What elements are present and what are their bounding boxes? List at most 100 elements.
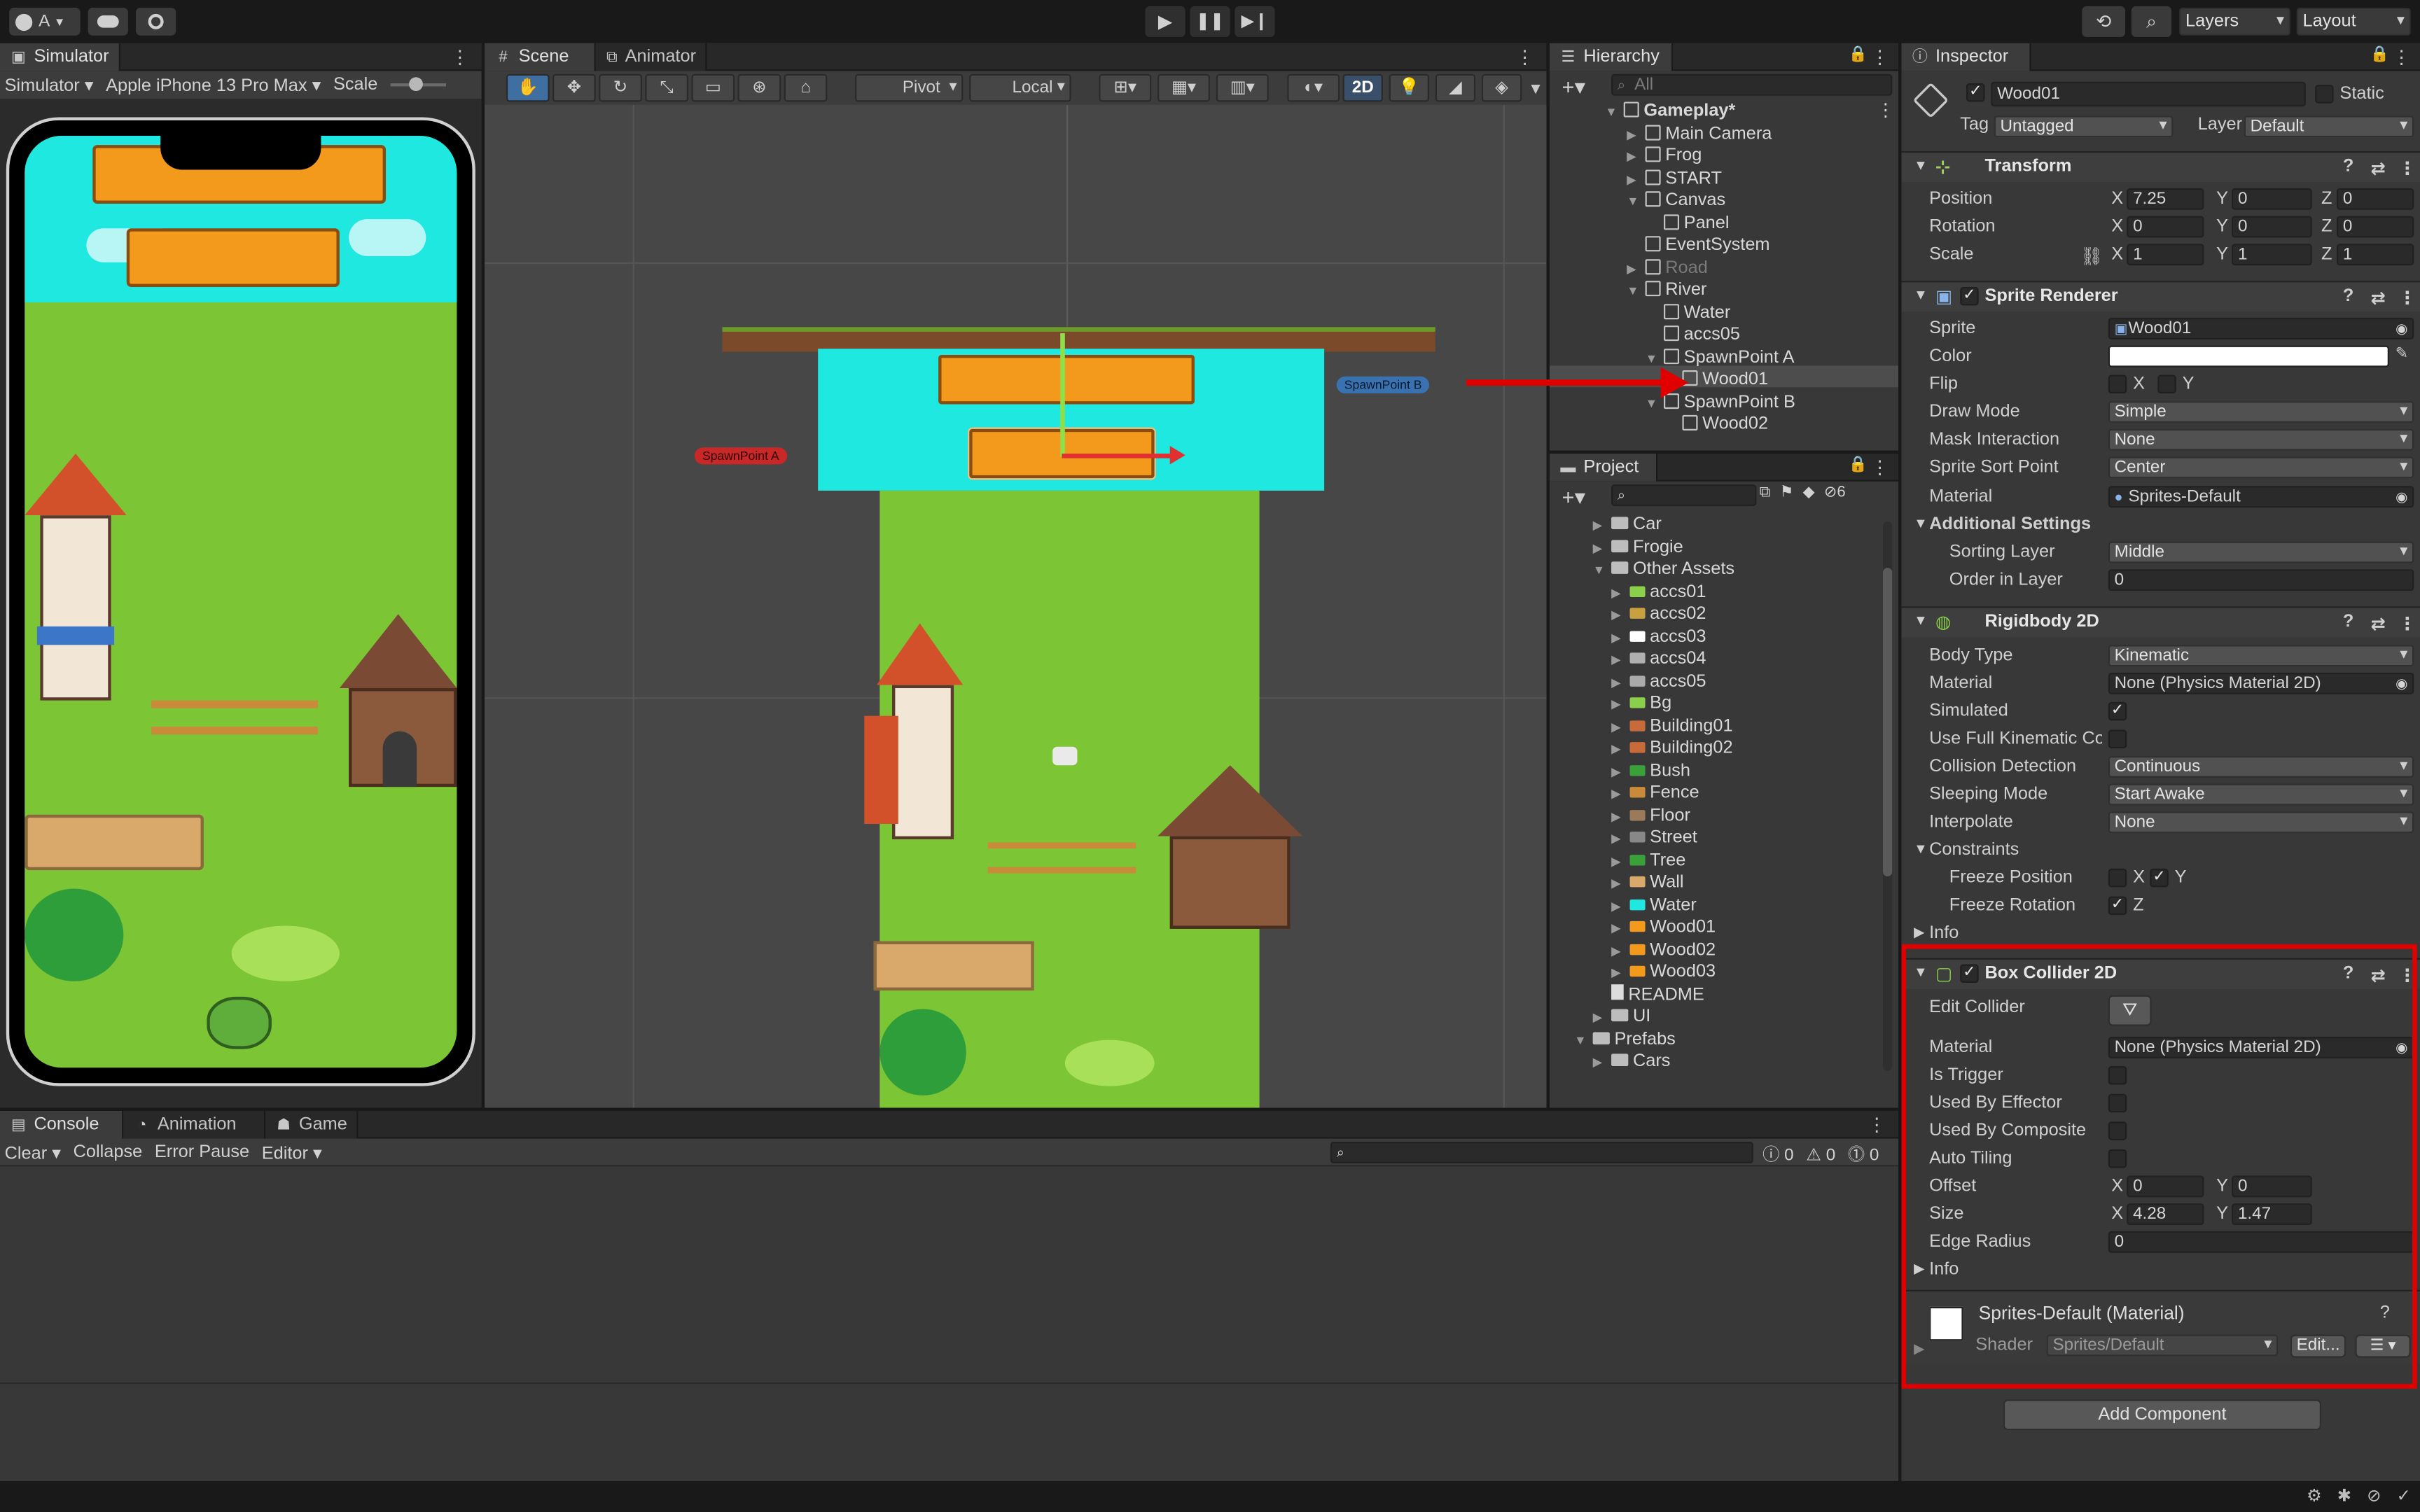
- lighting-toggle-button[interactable]: 💡: [1389, 74, 1429, 102]
- project-item[interactable]: ▶ Fence: [1611, 782, 1699, 804]
- foldout-arrow-icon[interactable]: ▶: [1611, 962, 1629, 984]
- spawn-point-a-label[interactable]: SpawnPoint A: [694, 447, 787, 465]
- tab-console[interactable]: ▤ Console: [0, 1110, 124, 1139]
- project-item[interactable]: ▶ Street: [1611, 827, 1697, 848]
- object-picker-icon[interactable]: ◉: [2395, 319, 2407, 337]
- hierarchy-item[interactable]: ▶ START: [1627, 167, 1722, 189]
- scene-toolbar-menu-icon[interactable]: ▾: [1531, 77, 1540, 99]
- hierarchy-item[interactable]: accs05: [1646, 324, 1740, 346]
- hierarchy-item[interactable]: ▶ Main Camera: [1627, 122, 1772, 144]
- scale-y-field[interactable]: 1: [2232, 244, 2312, 266]
- tab-game[interactable]: ☗ Game: [265, 1110, 359, 1139]
- project-item[interactable]: ▶ Cars: [1593, 1051, 1671, 1072]
- foldout-arrow-icon[interactable]: ▼: [1593, 560, 1611, 582]
- progress-icon[interactable]: ⚙: [2307, 1486, 2322, 1506]
- project-item[interactable]: ▶ UI: [1593, 1006, 1651, 1028]
- foldout-arrow-icon[interactable]: ▶: [1593, 538, 1611, 559]
- color-swatch[interactable]: [2108, 345, 2389, 368]
- help-icon[interactable]: ?: [2343, 158, 2353, 176]
- body-type-dropdown[interactable]: Kinematic: [2108, 645, 2414, 667]
- play-button[interactable]: ▶: [1145, 6, 1185, 37]
- position-z-field[interactable]: 0: [2337, 188, 2414, 210]
- foldout-arrow-icon[interactable]: ▶: [1611, 895, 1629, 917]
- foldout-arrow-icon[interactable]: ▶: [1611, 762, 1629, 783]
- object-picker-icon[interactable]: ◉: [2395, 487, 2407, 505]
- project-item[interactable]: ▶ Tree: [1611, 849, 1685, 871]
- hierarchy-item[interactable]: Panel: [1646, 212, 1730, 234]
- lock-icon[interactable]: 🔒: [1849, 456, 1868, 473]
- edge-radius-field[interactable]: 0: [2108, 1231, 2414, 1253]
- console-search-input[interactable]: ⌕: [1330, 1142, 1753, 1163]
- rect-tool-button[interactable]: ▭: [691, 74, 735, 102]
- help-icon[interactable]: ?: [2343, 612, 2353, 631]
- simulator-mode-dropdown[interactable]: Simulator ▾: [5, 74, 94, 95]
- simulator-menu-icon[interactable]: ⋮: [451, 46, 469, 68]
- spawn-point-b-label[interactable]: SpawnPoint B: [1336, 376, 1430, 394]
- custom-tool-button[interactable]: ⌂: [784, 74, 828, 102]
- search-by-label-icon[interactable]: ⚑: [1780, 484, 1794, 501]
- project-item[interactable]: ▶ accs01: [1611, 581, 1706, 603]
- project-item[interactable]: ▶ Car: [1593, 514, 1662, 536]
- grid-snap-button[interactable]: ⊞▾: [1099, 74, 1152, 102]
- project-item[interactable]: README: [1593, 983, 1704, 1005]
- layout-dropdown[interactable]: Layout: [2296, 8, 2411, 36]
- edit-shader-button[interactable]: Edit...: [2290, 1334, 2346, 1358]
- preset-icon[interactable]: ⇄: [2370, 158, 2385, 178]
- project-item[interactable]: ▶ accs02: [1611, 603, 1706, 625]
- simulated-checkbox[interactable]: ✓: [2108, 701, 2127, 721]
- tab-animator[interactable]: ⧉ Animator: [595, 43, 707, 71]
- eyedropper-icon[interactable]: ✎: [2395, 346, 2408, 363]
- hierarchy-item[interactable]: ▼ SpawnPoint A: [1646, 346, 1795, 368]
- search-button[interactable]: ⌕: [2131, 6, 2172, 37]
- grid-toggle-button[interactable]: ▦▾: [1157, 74, 1211, 102]
- full-kinematic-checkbox[interactable]: [2108, 729, 2127, 748]
- sprite-sort-point-dropdown[interactable]: Center: [2108, 456, 2414, 479]
- scale-slider-handle[interactable]: [408, 77, 423, 92]
- project-item[interactable]: ▶ Wood01: [1611, 916, 1716, 938]
- 2d-toggle-button[interactable]: 2D: [1342, 74, 1383, 102]
- project-item[interactable]: ▶ Wood02: [1611, 939, 1716, 960]
- audio-toggle-button[interactable]: ◢: [1435, 74, 1476, 102]
- rotate-tool-button[interactable]: ↻: [599, 74, 642, 102]
- collab-button[interactable]: [135, 8, 176, 36]
- project-scrollbar[interactable]: [1883, 521, 1893, 1071]
- preset-icon[interactable]: ⇄: [2370, 287, 2385, 308]
- foldout-arrow-icon[interactable]: ▶: [1627, 146, 1645, 168]
- layer-dropdown[interactable]: Default: [2244, 115, 2414, 138]
- foldout-arrow-icon[interactable]: ▶: [1593, 515, 1611, 537]
- project-search-input[interactable]: ⌕: [1611, 484, 1757, 506]
- foldout-arrow-icon[interactable]: ▼: [1914, 841, 1928, 856]
- foldout-arrow-icon[interactable]: ▶: [1611, 784, 1629, 806]
- foldout-arrow-icon[interactable]: ▶: [1914, 924, 1924, 941]
- offset-x-field[interactable]: 0: [2127, 1175, 2204, 1198]
- project-item[interactable]: ▶ Bush: [1611, 760, 1690, 782]
- foldout-arrow-icon[interactable]: ▼: [1914, 515, 1928, 531]
- scale-z-field[interactable]: 1: [2337, 244, 2414, 266]
- flip-y-checkbox[interactable]: [2157, 374, 2176, 394]
- hierarchy-menu-icon[interactable]: ⋮: [1870, 46, 1889, 68]
- project-item[interactable]: ▶ Frogie: [1593, 536, 1683, 558]
- auto-tiling-checkbox[interactable]: [2108, 1149, 2127, 1168]
- effects-toggle-button[interactable]: ◈: [1481, 74, 1522, 102]
- shader-dropdown[interactable]: Sprites/Default: [2046, 1334, 2279, 1357]
- foldout-arrow-icon[interactable]: ▶: [1914, 1261, 1924, 1278]
- camera-gizmo-icon[interactable]: [1052, 746, 1078, 766]
- foldout-arrow-icon[interactable]: ▶: [1611, 806, 1629, 828]
- foldout-arrow-icon[interactable]: ▶: [1611, 717, 1629, 738]
- error-pause-button[interactable]: Error Pause: [155, 1142, 249, 1161]
- rigidbody-header[interactable]: ▼ ◍ Rigidbody 2D ? ⇄ ⋮: [1901, 606, 2420, 638]
- foldout-arrow-icon[interactable]: ▶: [1611, 851, 1629, 873]
- project-item[interactable]: ▶ Wood03: [1611, 961, 1716, 983]
- foldout-arrow-icon[interactable]: ▶: [1611, 672, 1629, 694]
- move-tool-button[interactable]: ✥: [552, 74, 596, 102]
- tab-scene[interactable]: # Scene: [485, 43, 596, 71]
- foldout-arrow-icon[interactable]: ▼: [1627, 191, 1645, 213]
- foldout-arrow-icon[interactable]: ▶: [1611, 650, 1629, 671]
- bc-info-label[interactable]: Info: [1929, 1261, 1959, 1279]
- hierarchy-item[interactable]: EventSystem: [1627, 234, 1770, 256]
- hidden-packages-icon[interactable]: ⊘6: [1824, 484, 1846, 501]
- rotation-y-field[interactable]: 0: [2232, 216, 2312, 238]
- draw-mode-dropdown[interactable]: Simple: [2108, 401, 2414, 423]
- object-name-field[interactable]: Wood01: [1991, 81, 2306, 107]
- sleeping-mode-dropdown[interactable]: Start Awake: [2108, 783, 2414, 806]
